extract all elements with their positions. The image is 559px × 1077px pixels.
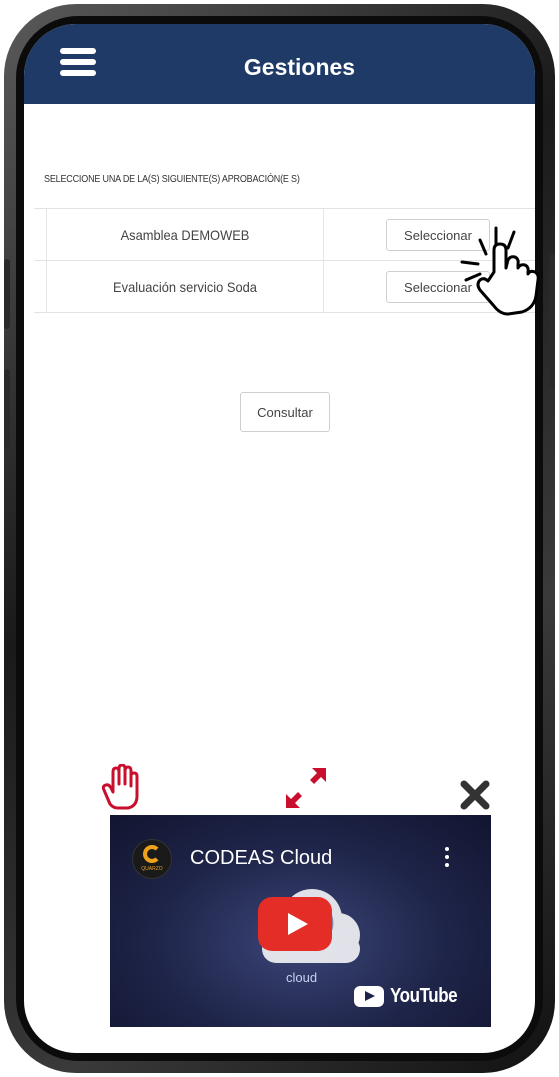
video-title[interactable]: CODEAS Cloud <box>190 847 332 870</box>
channel-logo[interactable]: QUARZO <box>132 839 172 879</box>
page-title: Gestiones <box>243 54 356 80</box>
close-icon[interactable] <box>458 778 492 812</box>
consultar-button[interactable]: Consultar <box>240 392 330 432</box>
play-button[interactable] <box>258 897 332 951</box>
instruction-text: SELECCIONE UNA DE LA(S) SIGUIENTE(S) APR… <box>44 174 300 185</box>
app-header: Gestiones <box>24 24 535 104</box>
youtube-play-icon <box>353 986 384 1007</box>
phone-side-button <box>4 259 10 329</box>
approval-name: Asamblea DEMOWEB <box>46 209 324 261</box>
youtube-wordmark: YouTube <box>389 985 458 1007</box>
phone-side-button <box>4 369 10 449</box>
expand-icon[interactable] <box>284 766 328 810</box>
more-options-icon[interactable] <box>445 847 451 869</box>
drag-hand-icon[interactable] <box>98 764 140 810</box>
approval-name: Evaluación servicio Soda <box>46 261 324 313</box>
cloud-subtitle: cloud <box>286 970 318 985</box>
youtube-logo[interactable]: YouTube <box>353 985 469 1008</box>
youtube-video-player[interactable]: QUARZO CODEAS Cloud cloud YouTube <box>110 815 491 1027</box>
tapping-hand-icon <box>460 226 540 316</box>
